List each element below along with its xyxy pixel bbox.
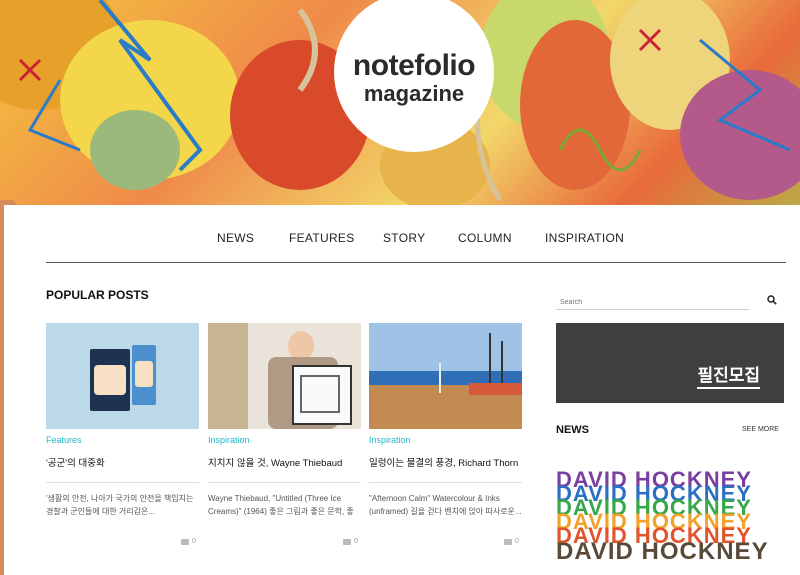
post-excerpt: Wayne Thiebaud, "Untitled (Three Ice Cre… — [208, 494, 354, 516]
post-title[interactable]: 일렁이는 물결의 풍경, Richard Thorn — [369, 455, 524, 469]
hockney-text-brown: DAVID HOCKNEY — [556, 538, 769, 565]
comment-count[interactable]: 0 — [343, 538, 358, 545]
post-divider — [369, 482, 522, 483]
news-section-title: NEWS — [556, 424, 589, 436]
nav-inspiration[interactable]: INSPIRATION — [545, 231, 624, 245]
nav-column[interactable]: COLUMN — [458, 231, 512, 245]
post-divider — [46, 482, 199, 483]
post-card[interactable]: Inspiration 지치지 않을 것, Wayne Thiebaud Way… — [208, 323, 361, 545]
comment-count[interactable]: 0 — [181, 538, 196, 545]
search-field[interactable] — [556, 291, 749, 311]
main-nav: NEWS FEATURES STORY COLUMN INSPIRATION — [4, 205, 800, 267]
comment-icon — [181, 538, 189, 545]
writer-recruit-banner[interactable]: 필진모집 — [556, 323, 784, 403]
post-thumbnail[interactable] — [208, 323, 361, 429]
post-thumbnail[interactable] — [369, 323, 522, 429]
post-divider — [208, 482, 361, 483]
post-category[interactable]: Features — [46, 435, 82, 445]
content-panel: NEWS FEATURES STORY COLUMN INSPIRATION P… — [4, 205, 800, 575]
comment-icon — [343, 538, 351, 545]
post-excerpt: '생활의 안전, 나아가 국가의 안전을 책임지는 경찰과 군인들에 대한 거리… — [46, 494, 194, 516]
recruit-label: 필진모집 — [697, 361, 760, 389]
nav-features[interactable]: FEATURES — [289, 231, 355, 245]
comment-icon — [504, 538, 512, 545]
search-input[interactable] — [556, 294, 744, 311]
post-title[interactable]: '공군'의 대중화 — [46, 455, 201, 469]
post-thumbnail[interactable] — [46, 323, 199, 429]
logo-text-notefolio: notefolio — [352, 49, 476, 82]
news-thumbnail[interactable]: DAVID HOCKNEY DAVID HOCKNEY DAVID HOCKNE… — [556, 471, 784, 575]
search-icon[interactable] — [767, 295, 777, 305]
post-card[interactable]: Features '공군'의 대중화 '생활의 안전, 나아가 국가의 안전을 … — [46, 323, 199, 545]
nav-story[interactable]: STORY — [383, 231, 425, 245]
logo-text-magazine: magazine — [363, 81, 465, 106]
comment-count[interactable]: 0 — [504, 538, 519, 545]
see-more-link[interactable]: SEE MORE — [742, 426, 779, 433]
post-card[interactable]: Inspiration 일렁이는 물결의 풍경, Richard Thorn "… — [369, 323, 522, 545]
post-excerpt: "Afternoon Calm" Watercolour & Inks (unf… — [369, 494, 522, 516]
nav-divider — [46, 262, 786, 263]
nav-news[interactable]: NEWS — [217, 231, 254, 245]
post-title[interactable]: 지치지 않을 것, Wayne Thiebaud — [208, 455, 363, 469]
post-category[interactable]: Inspiration — [369, 435, 411, 445]
popular-posts-title: POPULAR POSTS — [46, 288, 149, 302]
post-category[interactable]: Inspiration — [208, 435, 250, 445]
